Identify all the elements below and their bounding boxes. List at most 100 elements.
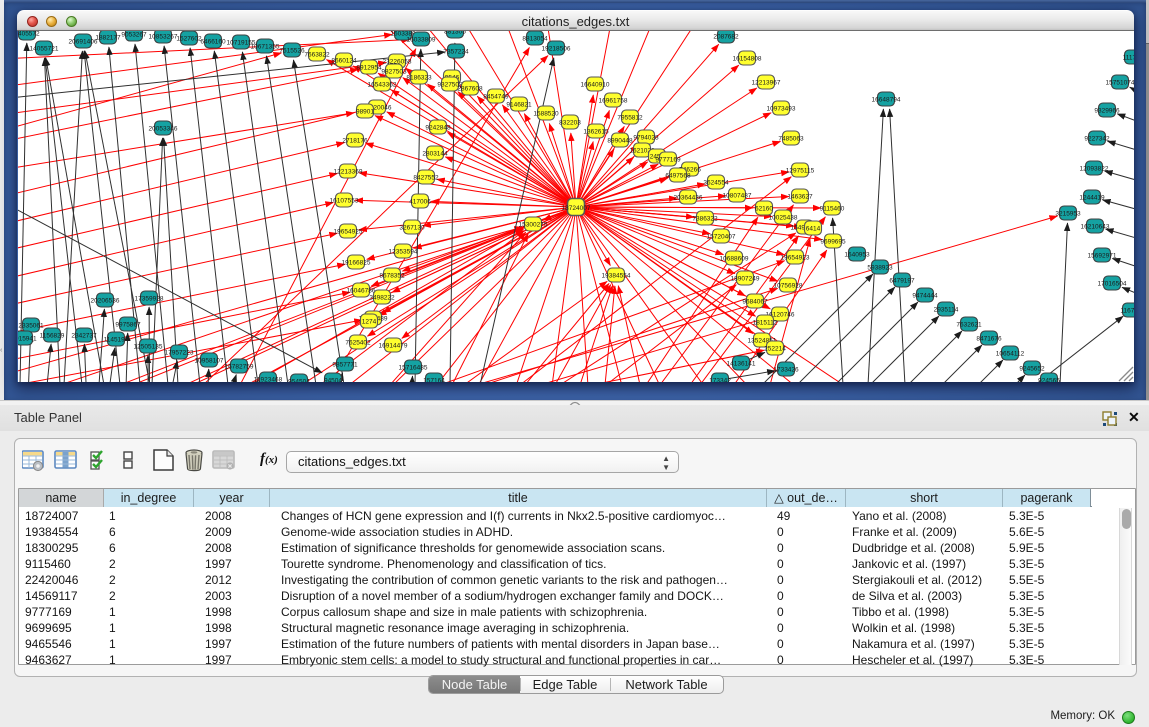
svg-text:16033809: 16033809 bbox=[407, 36, 436, 43]
svg-text:881305: 881305 bbox=[444, 31, 466, 35]
svg-text:9146821: 9146821 bbox=[506, 101, 532, 108]
svg-text:12353594: 12353594 bbox=[389, 248, 418, 255]
svg-text:9777169: 9777169 bbox=[655, 156, 681, 163]
svg-text:252214: 252214 bbox=[764, 345, 786, 352]
svg-text:1145194: 1145194 bbox=[104, 336, 129, 343]
svg-text:3215953: 3215953 bbox=[1055, 210, 1081, 217]
svg-text:15751074: 15751074 bbox=[1106, 79, 1134, 86]
svg-text:10973493: 10973493 bbox=[767, 105, 796, 112]
svg-text:8427552: 8427552 bbox=[413, 174, 439, 181]
svg-text:16046786: 16046786 bbox=[347, 287, 376, 294]
svg-text:11923468: 11923468 bbox=[254, 376, 283, 382]
svg-text:8471676: 8471676 bbox=[976, 335, 1002, 342]
svg-text:15720407: 15720407 bbox=[707, 233, 736, 240]
svg-text:3915941: 3915941 bbox=[18, 335, 37, 342]
svg-text:16648794: 16648794 bbox=[872, 96, 901, 103]
svg-text:98901: 98901 bbox=[356, 108, 374, 115]
svg-text:6497568: 6497568 bbox=[665, 172, 691, 179]
svg-text:12213369: 12213369 bbox=[334, 168, 363, 175]
svg-text:9474444: 9474444 bbox=[912, 292, 938, 299]
svg-text:116753: 116753 bbox=[1120, 307, 1134, 314]
svg-text:157164: 157164 bbox=[423, 377, 445, 382]
svg-text:7625402: 7625402 bbox=[345, 339, 371, 346]
svg-text:7485063: 7485063 bbox=[778, 135, 804, 142]
svg-text:12093822: 12093822 bbox=[1080, 165, 1109, 172]
svg-text:10654112: 10654112 bbox=[996, 350, 1025, 357]
svg-text:16914479: 16914479 bbox=[379, 342, 408, 349]
svg-text:18724007: 18724007 bbox=[562, 205, 591, 212]
svg-text:1244419: 1244419 bbox=[1079, 194, 1105, 201]
svg-text:16107553: 16107553 bbox=[330, 197, 359, 204]
svg-text:1527602: 1527602 bbox=[176, 35, 202, 42]
svg-text:2867608: 2867608 bbox=[457, 85, 483, 92]
svg-text:1815112: 1815112 bbox=[753, 319, 778, 326]
svg-text:20364436: 20364436 bbox=[674, 194, 703, 201]
svg-text:9053267: 9053267 bbox=[121, 31, 147, 38]
svg-text:8990448: 8990448 bbox=[607, 137, 633, 144]
svg-text:1405572: 1405572 bbox=[18, 31, 40, 37]
svg-text:15300275: 15300275 bbox=[519, 221, 548, 228]
svg-text:10756928: 10756928 bbox=[774, 282, 803, 289]
svg-text:9227342: 9227342 bbox=[1084, 135, 1110, 142]
svg-text:1588520: 1588520 bbox=[533, 110, 559, 117]
svg-text:9794028: 9794028 bbox=[633, 134, 659, 141]
svg-text:10853267: 10853267 bbox=[149, 33, 178, 40]
svg-text:1463627: 1463627 bbox=[787, 193, 813, 200]
svg-text:1156829: 1156829 bbox=[40, 332, 65, 339]
svg-text:16210643: 16210643 bbox=[1081, 223, 1110, 230]
svg-text:19166825: 19166825 bbox=[342, 259, 371, 266]
svg-text:16543362: 16543362 bbox=[368, 81, 397, 88]
svg-text:7357224: 7357224 bbox=[443, 48, 469, 55]
svg-text:15692971: 15692971 bbox=[1088, 252, 1117, 259]
svg-text:2803144: 2803144 bbox=[422, 150, 448, 157]
svg-text:9699695: 9699695 bbox=[820, 238, 846, 245]
svg-text:2087682: 2087682 bbox=[713, 33, 739, 40]
svg-text:9245652: 9245652 bbox=[1019, 365, 1045, 372]
svg-text:6479197: 6479197 bbox=[889, 277, 915, 284]
svg-text:832203: 832203 bbox=[559, 119, 581, 126]
svg-text:417006: 417006 bbox=[409, 198, 431, 205]
svg-text:62160: 62160 bbox=[755, 205, 773, 212]
svg-text:17957223: 17957223 bbox=[165, 349, 194, 356]
svg-text:9857771: 9857771 bbox=[332, 361, 358, 368]
svg-text:6466160: 6466160 bbox=[200, 38, 226, 45]
svg-text:954504: 954504 bbox=[288, 378, 310, 382]
svg-text:9975867: 9975867 bbox=[115, 321, 141, 328]
svg-text:10671355: 10671355 bbox=[251, 43, 280, 50]
svg-text:8813054: 8813054 bbox=[522, 35, 548, 42]
svg-text:173342: 173342 bbox=[709, 377, 731, 382]
svg-text:10807487: 10807487 bbox=[723, 192, 752, 199]
svg-text:1733426: 1733426 bbox=[773, 366, 799, 373]
svg-text:3498222: 3498222 bbox=[369, 294, 395, 301]
svg-text:16961758: 16961758 bbox=[599, 97, 628, 104]
svg-text:20691406: 20691406 bbox=[69, 38, 98, 45]
svg-text:19654925: 19654925 bbox=[334, 228, 363, 235]
svg-text:94504: 94504 bbox=[324, 377, 342, 382]
svg-text:2342737: 2342737 bbox=[71, 332, 97, 339]
svg-text:20206536: 20206536 bbox=[91, 297, 120, 304]
svg-text:1362615: 1362615 bbox=[583, 128, 609, 135]
svg-text:1882177: 1882177 bbox=[95, 34, 121, 41]
svg-text:15716485: 15716485 bbox=[399, 364, 428, 371]
svg-text:10025438: 10025438 bbox=[769, 214, 798, 221]
svg-text:14136141: 14136141 bbox=[727, 360, 756, 367]
svg-text:20053346: 20053346 bbox=[149, 125, 178, 132]
svg-text:9242848: 9242848 bbox=[425, 124, 451, 131]
svg-text:16640910: 16640910 bbox=[581, 81, 610, 88]
svg-text:9684067: 9684067 bbox=[742, 298, 768, 305]
svg-text:17016504: 17016504 bbox=[1098, 280, 1127, 287]
svg-text:924565: 924565 bbox=[1038, 377, 1060, 382]
svg-text:18907249: 18907249 bbox=[731, 275, 760, 282]
svg-text:8660124: 8660124 bbox=[331, 57, 357, 64]
svg-text:8186323: 8186323 bbox=[406, 74, 432, 81]
svg-text:17359928: 17359928 bbox=[135, 295, 164, 302]
svg-text:2335061: 2335061 bbox=[18, 322, 44, 329]
svg-text:8678352: 8678352 bbox=[379, 272, 405, 279]
svg-text:3267130: 3267130 bbox=[399, 224, 425, 231]
svg-text:7515526: 7515526 bbox=[279, 47, 305, 54]
svg-text:19654923: 19654923 bbox=[781, 254, 810, 261]
svg-text:6414: 6414 bbox=[806, 225, 821, 232]
svg-text:9329966: 9329966 bbox=[1094, 107, 1120, 114]
svg-text:8912954: 8912954 bbox=[356, 64, 382, 71]
svg-text:3624554: 3624554 bbox=[703, 179, 729, 186]
